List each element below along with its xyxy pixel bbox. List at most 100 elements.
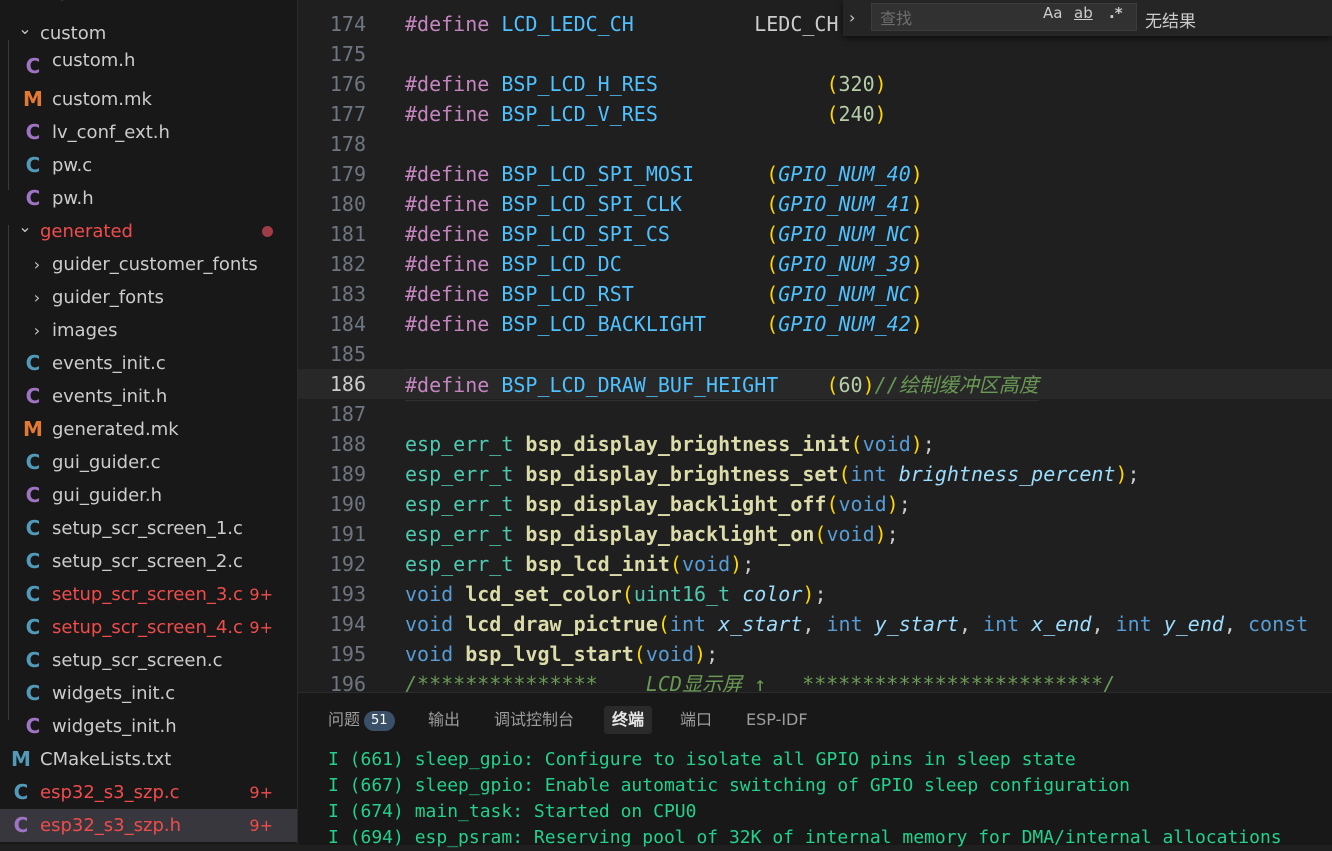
explorer-item-label: images (52, 320, 118, 341)
explorer-item[interactable]: Cgui_guider.h (0, 479, 297, 512)
explorer-item-label: setup_scr_screen_2.c (52, 551, 243, 572)
explorer-item[interactable]: Cwidgets_init.h (0, 710, 297, 743)
explorer-item[interactable]: Cevents_init.h (0, 380, 297, 413)
explorer-item[interactable]: Cpw.c (0, 149, 297, 182)
code-line[interactable]: 181 #define BSP_LCD_SPI_CS (GPIO_NUM_NC) (298, 219, 1332, 249)
code-line[interactable]: 182 #define BSP_LCD_DC (GPIO_NUM_39) (298, 249, 1332, 279)
code-line[interactable]: 177 #define BSP_LCD_V_RES (240) (298, 99, 1332, 129)
line-number: 187 (329, 402, 366, 426)
code-line[interactable]: 190 esp_err_t bsp_display_backlight_off(v… (298, 489, 1332, 519)
code-line[interactable]: 184 #define BSP_LCD_BACKLIGHT (GPIO_NUM_4… (298, 309, 1332, 339)
problem-count-badge: 9+ (249, 816, 273, 835)
code-line[interactable]: 187 (298, 399, 1332, 429)
line-number: 179 (329, 162, 366, 186)
toggle-replace-chevron-icon[interactable]: › (849, 8, 855, 27)
line-number: 196 (329, 672, 366, 692)
line-number: 178 (329, 132, 366, 156)
explorer-item[interactable]: Csetup_scr_screen_2.c (0, 545, 297, 578)
panel-tab[interactable]: 输出 (420, 706, 468, 734)
explorer-item[interactable]: Clv_conf_ext.h (0, 116, 297, 149)
explorer-item[interactable]: Cevents_init.c (0, 347, 297, 380)
line-number: 185 (329, 342, 366, 366)
find-result-text: 无结果 (1145, 12, 1196, 32)
explorer-item[interactable]: Csetup_scr_screen_1.c (0, 512, 297, 545)
explorer-item-label: generated (40, 221, 133, 242)
find-input-box[interactable] (871, 3, 1137, 32)
explorer-item[interactable]: Csetup_scr_screen.c (0, 644, 297, 677)
code-line[interactable]: 185 (298, 339, 1332, 369)
explorer-item[interactable]: Cgui_guider.c (0, 446, 297, 479)
panel-tab[interactable]: 调试控制台 (486, 706, 582, 734)
panel-tab[interactable]: 终端 (604, 706, 653, 734)
regex-button[interactable]: .* (1109, 4, 1123, 22)
code-editor[interactable]: 174 #define LCD_LEDC_CH LEDC_CH 175 176 #def… (298, 0, 1332, 692)
panel-tab[interactable]: 问题 51 (320, 706, 403, 734)
code-line[interactable]: 175 (298, 39, 1332, 69)
explorer-item-label: CMakeLists.txt (40, 749, 172, 770)
c-file-icon: C (25, 186, 41, 210)
explorer-item[interactable]: Ccustom.h (0, 50, 297, 83)
explorer-item[interactable]: › guider_customer_fonts (0, 248, 297, 281)
explorer-item[interactable]: Cwidgets_init.c (0, 677, 297, 710)
code-line[interactable]: 192 esp_err_t bsp_lcd_init(void); (298, 549, 1332, 579)
code-line[interactable]: 180 #define BSP_LCD_SPI_CLK (GPIO_NUM_41) (298, 189, 1332, 219)
c-file-icon: C (25, 615, 41, 639)
code-text: #define BSP_LCD_RST (GPIO_NUM_NC) (405, 282, 923, 306)
explorer-item-label: custom (40, 23, 107, 44)
explorer-item[interactable]: main (0, 0, 297, 17)
explorer-item[interactable]: Mgenerated.mk (0, 413, 297, 446)
bottom-panel: 问题 51 输出 调试控制台 终端 端口 ESP-IDF I (661) sleep_gpi… (298, 692, 1332, 848)
explorer-item-label: gui_guider.h (52, 485, 163, 506)
panel-tab-label: 调试控制台 (494, 710, 575, 729)
explorer-item[interactable]: Mcustom.mk (0, 83, 297, 116)
whole-word-button[interactable]: ab (1074, 4, 1093, 22)
explorer-item[interactable]: ⌄ generated (0, 215, 297, 248)
explorer-item[interactable]: › guider_fonts (0, 281, 297, 314)
panel-tab[interactable]: ESP-IDF (738, 706, 816, 734)
code-text: esp_err_t bsp_display_backlight_on(void)… (405, 522, 899, 546)
code-line[interactable]: 189 esp_err_t bsp_display_brightness_set(… (298, 459, 1332, 489)
find-input[interactable] (872, 4, 1032, 32)
code-text: #define BSP_LCD_BACKLIGHT (GPIO_NUM_42) (405, 312, 923, 336)
terminal-line: I (667) sleep_gpio: Enable automatic swi… (328, 775, 1130, 796)
line-number: 175 (329, 42, 366, 66)
c-file-icon: C (25, 153, 41, 177)
explorer-item[interactable]: M CMakeLists.txt (0, 743, 297, 776)
c-file-icon: C (25, 351, 41, 375)
panel-tab-label: 终端 (612, 710, 645, 729)
chevron-down-icon: ⌄ (18, 217, 32, 236)
code-line[interactable]: 178 (298, 129, 1332, 159)
code-line[interactable]: 193 void lcd_set_color(uint16_t color); (298, 579, 1332, 609)
code-line[interactable]: 186 #define BSP_LCD_DRAW_BUF_HEIGHT (60)/… (298, 369, 1332, 401)
c-file-icon: C (25, 450, 41, 474)
explorer-item-label: lv_conf_ext.h (52, 122, 170, 143)
makefile-icon: M (23, 417, 43, 441)
line-number: 181 (329, 222, 366, 246)
explorer-item[interactable]: Csetup_scr_screen_3.c 9+ (0, 578, 297, 611)
code-line[interactable]: 188 esp_err_t bsp_display_brightness_init… (298, 429, 1332, 459)
explorer-item[interactable]: Cesp32_s3_szp.c 9+ (0, 776, 297, 809)
explorer-item-label: setup_scr_screen_4.c (52, 617, 243, 638)
code-line[interactable]: 179 #define BSP_LCD_SPI_MOSI (GPIO_NUM_40… (298, 159, 1332, 189)
explorer-item-label: custom.mk (52, 89, 152, 110)
explorer-item[interactable]: Csetup_scr_screen_4.c 9+ (0, 611, 297, 644)
code-text: void lcd_set_color(uint16_t color); (405, 582, 827, 606)
code-text: esp_err_t bsp_display_backlight_off(void… (405, 492, 911, 516)
explorer-item[interactable]: Cpw.h (0, 182, 297, 215)
explorer-item[interactable]: ⌄ custom (0, 17, 297, 50)
explorer-item[interactable]: Cesp32_s3_szp.h 9+ (0, 809, 297, 842)
code-line[interactable]: 196 /*************** LCD显示屏 ↑ ***********… (298, 669, 1332, 692)
line-number: 195 (329, 642, 366, 666)
code-line[interactable]: 191 esp_err_t bsp_display_backlight_on(vo… (298, 519, 1332, 549)
code-line[interactable]: 176 #define BSP_LCD_H_RES (320) (298, 69, 1332, 99)
explorer-item[interactable]: › images (0, 314, 297, 347)
explorer-item-label: guider_fonts (52, 287, 164, 308)
modified-dot-icon (262, 226, 273, 237)
code-line[interactable]: 195 void bsp_lvgl_start(void); (298, 639, 1332, 669)
match-case-button[interactable]: Aa (1043, 4, 1062, 22)
chevron-right-icon: › (33, 288, 41, 307)
code-line[interactable]: 183 #define BSP_LCD_RST (GPIO_NUM_NC) (298, 279, 1332, 309)
panel-tab[interactable]: 端口 (672, 706, 720, 734)
code-text: void bsp_lvgl_start(void); (405, 642, 719, 666)
code-line[interactable]: 194 void lcd_draw_pictrue(int x_start, in… (298, 609, 1332, 639)
